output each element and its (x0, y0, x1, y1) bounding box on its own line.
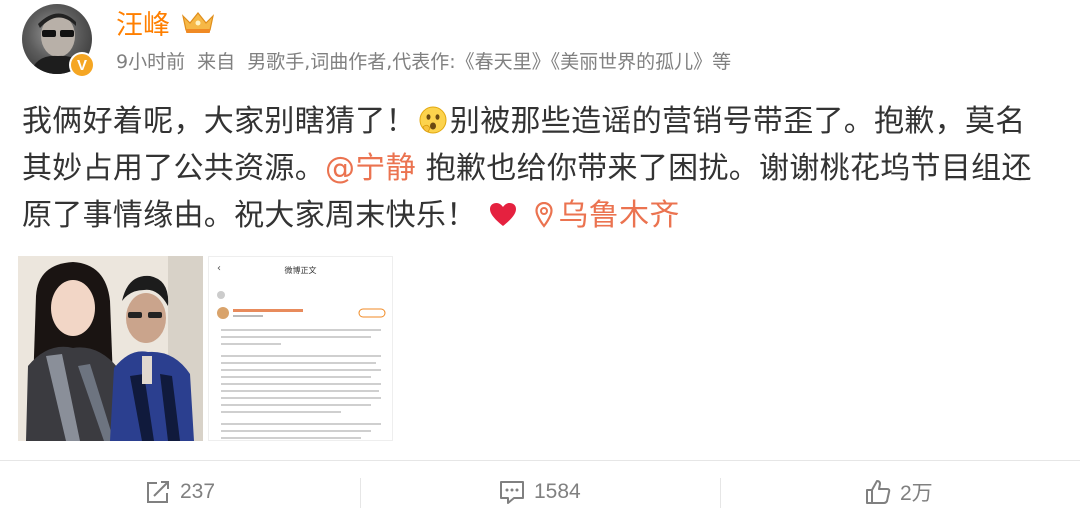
location-pin-icon (534, 202, 553, 228)
comment-button[interactable]: 1584 (498, 472, 581, 512)
comment-count: 1584 (534, 480, 581, 503)
source-label: 来自 (197, 51, 236, 73)
name-row: 汪峰 (116, 3, 216, 42)
comment-icon (500, 481, 524, 504)
repost-count: 237 (180, 480, 216, 503)
footer-separator (360, 478, 361, 508)
post-photo-1[interactable] (18, 256, 203, 441)
location-link[interactable]: 乌鲁木齐 (521, 198, 680, 233)
footer-separator (720, 478, 721, 508)
user-bio: 男歌手,词曲作者,代表作:《春天里》《美丽世界的孤儿》等 (247, 51, 732, 73)
heart-icon (489, 203, 516, 226)
like-icon (866, 480, 891, 504)
mention-link[interactable]: @宁静 (325, 151, 416, 186)
post-time[interactable]: 9小时前 (116, 51, 185, 73)
verified-badge-icon: V (69, 52, 95, 78)
screenshot-content-image (217, 291, 386, 439)
thinking-emoji-icon (419, 106, 447, 134)
post-photo-2[interactable]: ‹ 微博正文 (208, 256, 393, 441)
couple-photo-image (18, 256, 203, 441)
weibo-post-card: V 汪峰 9小时前 来自 男歌手,词曲作者,代表作:《春天里》《美丽世界的孤儿》… (0, 0, 1080, 522)
post-meta: 9小时前 来自 男歌手,词曲作者,代表作:《春天里》《美丽世界的孤儿》等 (116, 47, 737, 74)
username-link[interactable]: 汪峰 (116, 3, 170, 42)
like-count: 2万 (900, 482, 933, 505)
post-text: 我俩好着呢，大家别瞎猜了！ 别被那些造谣的营销号带歪了。抱歉，莫名其妙占用了公共… (22, 98, 1052, 239)
footer-divider (0, 460, 1080, 461)
like-button[interactable]: 2万 (864, 472, 933, 512)
location-label: 乌鲁木齐 (558, 198, 680, 233)
crown-icon[interactable] (180, 10, 216, 34)
repost-button[interactable]: 237 (144, 472, 215, 512)
post-text-part-1: 我俩好着呢，大家别瞎猜了！ (22, 104, 416, 139)
repost-icon (147, 481, 169, 503)
avatar[interactable]: V (22, 4, 98, 80)
